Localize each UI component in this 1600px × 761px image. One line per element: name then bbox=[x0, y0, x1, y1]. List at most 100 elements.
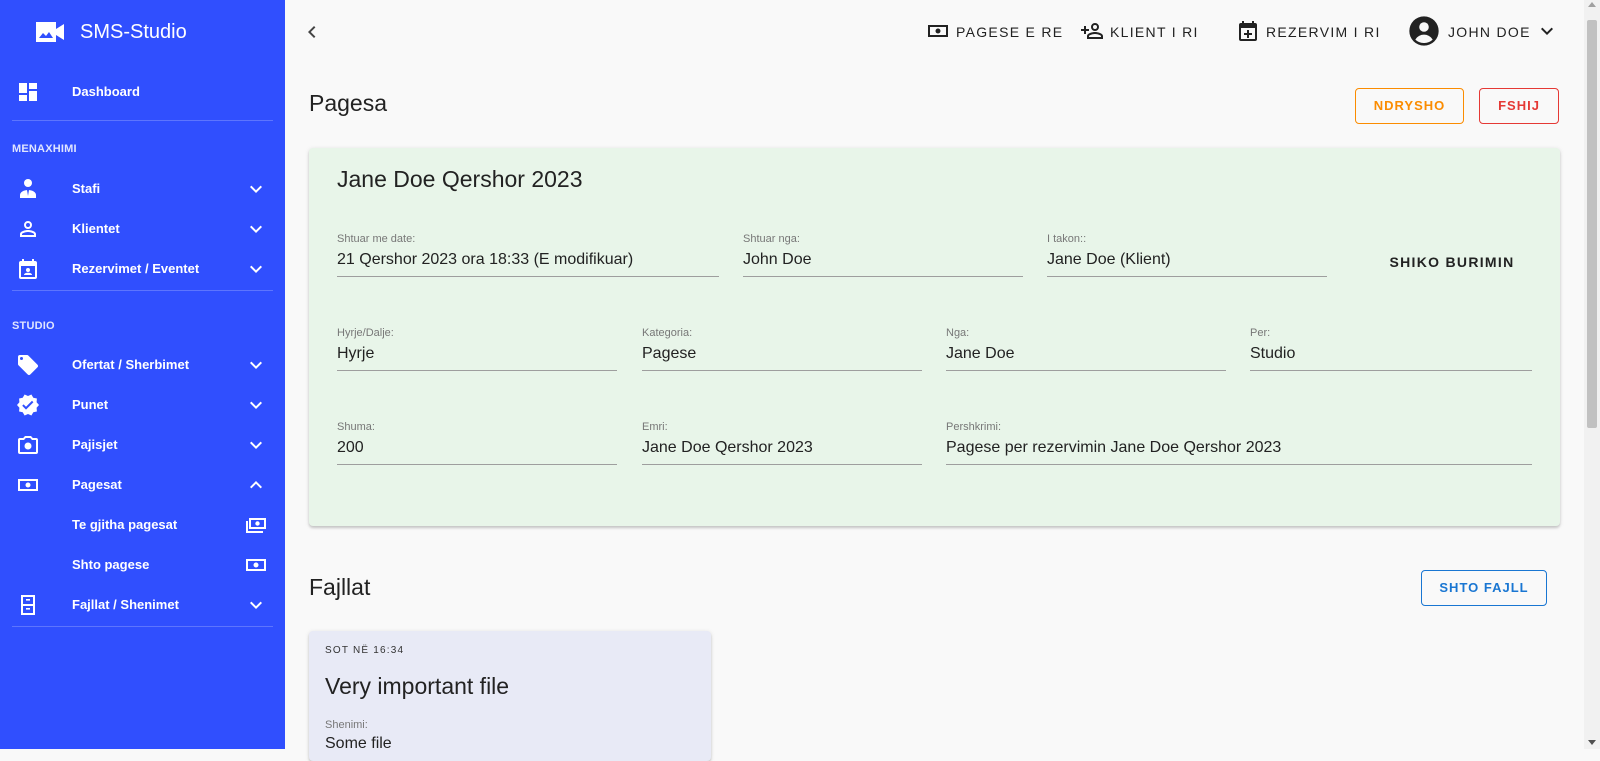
brand-logo[interactable] bbox=[36, 20, 64, 44]
person-icon bbox=[16, 217, 40, 241]
scroll-down-arrow-icon[interactable] bbox=[1588, 740, 1596, 745]
sidebar-item-pagesat[interactable]: Pagesat bbox=[0, 465, 285, 505]
scroll-up-arrow-icon[interactable] bbox=[1588, 2, 1596, 7]
sidebar-item-dashboard[interactable]: Dashboard bbox=[0, 72, 285, 112]
chevron-down-icon[interactable] bbox=[244, 393, 268, 417]
sidebar-item-rezervimet[interactable]: Rezervimet / Eventet bbox=[0, 249, 285, 289]
field-amount[interactable]: Shuma: 200 bbox=[337, 420, 617, 465]
file-timestamp: SOT NË 16:34 bbox=[325, 645, 405, 656]
calendar-icon bbox=[16, 257, 40, 281]
sidebar-subitem-shto-pagese[interactable]: Shto pagese bbox=[0, 545, 285, 585]
payment-title: Jane Doe Qershor 2023 bbox=[337, 166, 583, 192]
payment-details-card: Jane Doe Qershor 2023 Shtuar me date: 21… bbox=[309, 148, 1560, 526]
sidebar-item-label: Pagesat bbox=[72, 477, 122, 492]
sidebar-item-label: Fajllat / Shenimet bbox=[72, 597, 179, 612]
dashboard-icon bbox=[16, 80, 40, 104]
chevron-down-icon[interactable] bbox=[244, 433, 268, 457]
sidebar-item-label: Stafi bbox=[72, 181, 101, 196]
sidebar-item-fajllat[interactable]: Fajllat / Shenimet bbox=[0, 585, 285, 625]
sidebar-item-ofertat[interactable]: Ofertat / Sherbimet bbox=[0, 345, 285, 385]
sidebar: SMS-Studio Dashboard MENAXHIMI Stafi Kli… bbox=[0, 0, 285, 749]
field-name[interactable]: Emri: Jane Doe Qershor 2023 bbox=[642, 420, 922, 465]
money-icon bbox=[926, 19, 956, 46]
field-value: 21 Qershor 2023 ora 18:33 (E modifikuar) bbox=[337, 250, 719, 277]
chevron-up-icon[interactable] bbox=[244, 473, 268, 497]
delete-button[interactable]: FSHIJ bbox=[1479, 88, 1559, 124]
field-value: Pagese per rezervimin Jane Doe Qershor 2… bbox=[946, 438, 1532, 465]
field-belongs-to[interactable]: I takon:: Jane Doe (Klient) bbox=[1047, 232, 1327, 277]
sidebar-item-label: Ofertat / Sherbimet bbox=[72, 357, 190, 372]
divider bbox=[12, 626, 273, 627]
sidebar-item-pajisjet[interactable]: Pajisjet bbox=[0, 425, 285, 465]
section-label-studio: STUDIO bbox=[12, 320, 55, 332]
field-value: John Doe bbox=[743, 250, 1023, 277]
new-client-button[interactable]: KLIENT I RI bbox=[1080, 20, 1199, 44]
sidebar-subitem-te-gjitha-pagesat[interactable]: Te gjitha pagesat bbox=[0, 505, 285, 545]
field-label: I takon:: bbox=[1047, 233, 1087, 245]
chevron-down-icon[interactable] bbox=[244, 593, 268, 617]
money-icon bbox=[16, 473, 40, 497]
field-label: Per: bbox=[1250, 327, 1271, 339]
field-category[interactable]: Kategoria: Pagese bbox=[642, 326, 922, 371]
chevron-down-icon[interactable] bbox=[244, 177, 268, 201]
scrollbar[interactable] bbox=[1584, 0, 1600, 749]
account-circle-icon bbox=[1408, 15, 1448, 50]
scrollbar-thumb[interactable] bbox=[1587, 20, 1597, 428]
tag-icon bbox=[16, 353, 40, 377]
new-booking-label: REZERVIM I RI bbox=[1266, 24, 1381, 40]
field-label: Emri: bbox=[642, 421, 668, 433]
file-cabinet-icon bbox=[16, 593, 40, 617]
field-label: Kategoria: bbox=[642, 327, 693, 339]
sidebar-item-stafi[interactable]: Stafi bbox=[0, 169, 285, 209]
field-to[interactable]: Per: Studio bbox=[1250, 326, 1532, 371]
new-client-label: KLIENT I RI bbox=[1110, 24, 1199, 40]
money-stack-icon bbox=[244, 513, 268, 537]
sidebar-item-label: Klientet bbox=[72, 221, 120, 236]
field-label: Shtuar nga: bbox=[743, 233, 800, 245]
money-icon bbox=[244, 553, 268, 577]
chevron-down-icon[interactable] bbox=[244, 353, 268, 377]
field-direction[interactable]: Hyrje/Dalje: Hyrje bbox=[337, 326, 617, 371]
view-source-button[interactable]: SHIKO BURIMIN bbox=[1377, 244, 1527, 280]
chevron-down-icon[interactable] bbox=[244, 217, 268, 241]
sidebar-item-punet[interactable]: Punet bbox=[0, 385, 285, 425]
chevron-down-icon[interactable] bbox=[244, 257, 268, 281]
page-title: Pagesa bbox=[309, 90, 388, 116]
field-label: Nga: bbox=[946, 327, 970, 339]
sidebar-item-label: Dashboard bbox=[72, 84, 140, 99]
field-value: Hyrje bbox=[337, 344, 617, 371]
files-section-title: Fajllat bbox=[309, 574, 371, 600]
sidebar-item-label: Pajisjet bbox=[72, 437, 118, 452]
staff-icon bbox=[16, 177, 40, 201]
sidebar-subitem-label: Te gjitha pagesat bbox=[72, 517, 178, 532]
file-note: Some file bbox=[325, 735, 392, 752]
chevron-down-icon bbox=[1531, 19, 1559, 46]
field-label: Shtuar me date: bbox=[337, 233, 416, 245]
back-button[interactable] bbox=[300, 20, 324, 44]
user-menu[interactable]: JOHN DOE bbox=[1408, 15, 1559, 46]
new-booking-button[interactable]: REZERVIM I RI bbox=[1236, 20, 1381, 44]
app-title[interactable]: SMS-Studio bbox=[80, 20, 187, 44]
field-added-by[interactable]: Shtuar nga: John Doe bbox=[743, 232, 1023, 277]
field-label: Pershkrimi: bbox=[946, 421, 1002, 433]
person-add-icon bbox=[1080, 19, 1110, 46]
add-file-button[interactable]: SHTO FAJLL bbox=[1421, 570, 1547, 606]
sidebar-subitem-label: Shto pagese bbox=[72, 557, 150, 572]
chevron-left-icon bbox=[300, 20, 324, 44]
divider bbox=[12, 120, 273, 121]
sidebar-item-klientet[interactable]: Klientet bbox=[0, 209, 285, 249]
field-from[interactable]: Nga: Jane Doe bbox=[946, 326, 1226, 371]
verified-icon bbox=[16, 393, 40, 417]
new-payment-button[interactable]: PAGESE E RE bbox=[926, 20, 1063, 44]
section-label-menaxhimi: MENAXHIMI bbox=[12, 143, 77, 155]
field-added-on[interactable]: Shtuar me date: 21 Qershor 2023 ora 18:3… bbox=[337, 232, 719, 277]
sidebar-item-label: Punet bbox=[72, 397, 109, 412]
field-label: Shuma: bbox=[337, 421, 375, 433]
field-value: Jane Doe (Klient) bbox=[1047, 250, 1327, 277]
file-title: Very important file bbox=[325, 673, 510, 699]
camera-icon bbox=[16, 433, 40, 457]
divider bbox=[12, 290, 273, 291]
edit-button[interactable]: NDRYSHO bbox=[1355, 88, 1464, 124]
field-description[interactable]: Pershkrimi: Pagese per rezervimin Jane D… bbox=[946, 420, 1532, 465]
file-card[interactable]: SOT NË 16:34 Very important file Shenimi… bbox=[309, 631, 711, 761]
